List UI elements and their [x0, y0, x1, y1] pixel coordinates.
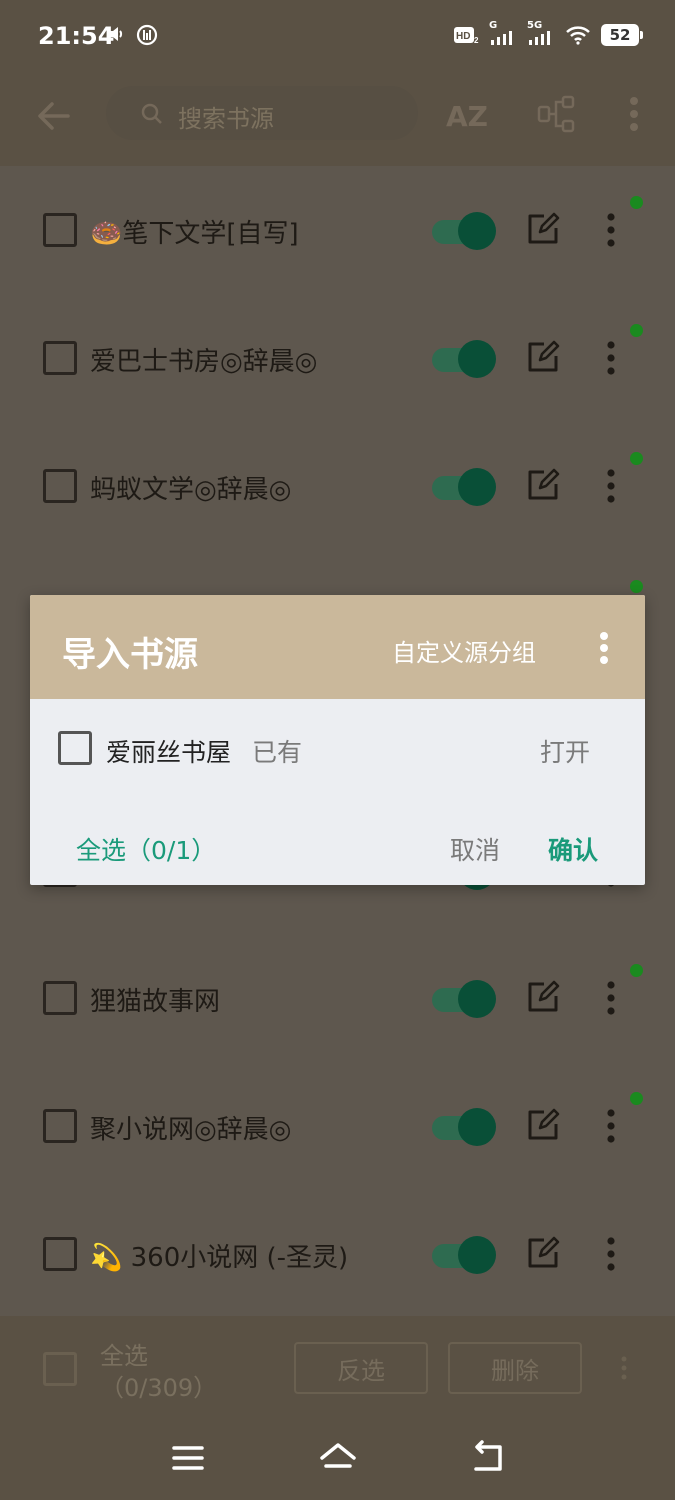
source-name: 💫 360小说网 (-圣灵) — [90, 1243, 349, 1273]
row-checkbox[interactable] — [43, 1109, 77, 1143]
system-nav-bar — [0, 1420, 675, 1500]
toggle-thumb — [458, 980, 496, 1018]
source-name: 狸猫故事网 — [90, 987, 221, 1017]
list-item[interactable]: 聚小说网◎辞晨◎ — [0, 1062, 675, 1190]
row-more-icon[interactable] — [604, 340, 618, 376]
row-checkbox[interactable] — [43, 341, 77, 375]
status-dot — [630, 580, 643, 593]
dialog-header: 导入书源 自定义源分组 — [30, 595, 645, 699]
enable-toggle[interactable] — [432, 468, 496, 506]
dialog-more-icon[interactable] — [598, 631, 610, 665]
back-nav-icon[interactable] — [468, 1438, 508, 1478]
source-name: 🍩笔下文学[自写] — [90, 219, 299, 249]
edit-icon[interactable] — [526, 980, 560, 1014]
dialog-item-checkbox[interactable] — [58, 731, 92, 765]
toggle-thumb — [458, 468, 496, 506]
battery-icon: 52 — [601, 24, 643, 46]
more-vert-icon[interactable] — [628, 96, 640, 132]
status-bar: 21:54 HD 2 G 5G 52 — [0, 0, 675, 72]
search-placeholder: 搜索书源 — [178, 105, 274, 133]
select-all-checkbox[interactable] — [43, 1352, 77, 1386]
row-more-icon[interactable] — [604, 468, 618, 504]
edit-icon[interactable] — [526, 340, 560, 374]
search-input[interactable]: 搜索书源 — [106, 86, 418, 140]
hd-icon: HD 2 — [454, 27, 479, 45]
enable-toggle[interactable] — [432, 1236, 496, 1274]
cancel-button[interactable]: 取消 — [450, 831, 500, 867]
source-name: 蚂蚁文学◎辞晨◎ — [90, 475, 292, 505]
edit-icon[interactable] — [526, 468, 560, 502]
toggle-thumb — [458, 1236, 496, 1274]
sort-az-icon[interactable]: AZ — [444, 94, 488, 138]
volume-icon — [109, 27, 123, 41]
delete-button[interactable]: 删除 — [448, 1342, 582, 1394]
edit-icon[interactable] — [526, 1236, 560, 1270]
row-checkbox[interactable] — [43, 213, 77, 247]
list-item[interactable]: 蚂蚁文学◎辞晨◎ — [0, 422, 675, 550]
dialog-item-status: 已有 — [252, 738, 303, 767]
custom-group-button[interactable]: 自定义源分组 — [392, 633, 536, 668]
search-icon — [141, 103, 162, 124]
confirm-button[interactable]: 确认 — [548, 831, 598, 867]
source-name: 爱巴士书房◎辞晨◎ — [90, 347, 318, 377]
row-checkbox[interactable] — [43, 1237, 77, 1271]
toggle-thumb — [458, 212, 496, 250]
row-checkbox[interactable] — [43, 469, 77, 503]
status-dot — [630, 196, 643, 209]
list-item[interactable]: 爱巴士书房◎辞晨◎ — [0, 294, 675, 422]
invert-selection-button[interactable]: 反选 — [294, 1342, 428, 1394]
toggle-thumb — [458, 1108, 496, 1146]
status-dot — [630, 452, 643, 465]
back-arrow-icon[interactable] — [34, 96, 74, 136]
enable-toggle[interactable] — [432, 212, 496, 250]
row-more-icon[interactable] — [604, 1236, 618, 1272]
toggle-thumb — [458, 340, 496, 378]
list-item[interactable]: 狸猫故事网 — [0, 934, 675, 1062]
edit-icon[interactable] — [526, 212, 560, 246]
svg-text:HD: HD — [456, 31, 470, 42]
notification-icon — [136, 24, 158, 46]
enable-toggle[interactable] — [432, 1108, 496, 1146]
select-all-label[interactable]: 全选 （0/309） — [100, 1340, 217, 1404]
status-time: 21:54 — [38, 22, 115, 50]
row-more-icon[interactable] — [604, 1108, 618, 1144]
bottom-more-icon[interactable] — [620, 1356, 628, 1380]
status-dot — [630, 324, 643, 337]
open-button[interactable]: 打开 — [540, 733, 590, 769]
enable-toggle[interactable] — [432, 980, 496, 1018]
dialog-select-all-button[interactable]: 全选（0/1） — [76, 831, 216, 867]
dialog-item-name: 爱丽丝书屋 — [106, 738, 232, 767]
row-more-icon[interactable] — [604, 980, 618, 1016]
list-item[interactable]: 🍩笔下文学[自写] — [0, 166, 675, 294]
signal-5g-icon: 5G — [527, 20, 555, 46]
bottom-action-bar: 全选 （0/309） 反选 删除 — [0, 1316, 675, 1420]
row-checkbox[interactable] — [43, 981, 77, 1015]
import-source-dialog: 导入书源 自定义源分组 爱丽丝书屋 已有 打开 全选（0/1） 取消 确认 — [30, 595, 645, 885]
svg-text:2: 2 — [474, 36, 479, 45]
toolbar: 搜索书源 AZ — [0, 72, 675, 166]
menu-icon[interactable] — [168, 1438, 208, 1478]
list-item[interactable]: 💫 360小说网 (-圣灵) — [0, 1190, 675, 1318]
wifi-icon — [566, 26, 590, 45]
edit-icon[interactable] — [526, 1108, 560, 1142]
home-icon[interactable] — [318, 1438, 358, 1478]
status-dot — [630, 964, 643, 977]
group-icon[interactable] — [536, 94, 576, 134]
row-more-icon[interactable] — [604, 212, 618, 248]
source-name: 聚小说网◎辞晨◎ — [90, 1115, 292, 1145]
enable-toggle[interactable] — [432, 340, 496, 378]
dialog-title: 导入书源 — [62, 635, 198, 675]
signal-icon: G — [489, 20, 517, 46]
status-dot — [630, 1092, 643, 1105]
